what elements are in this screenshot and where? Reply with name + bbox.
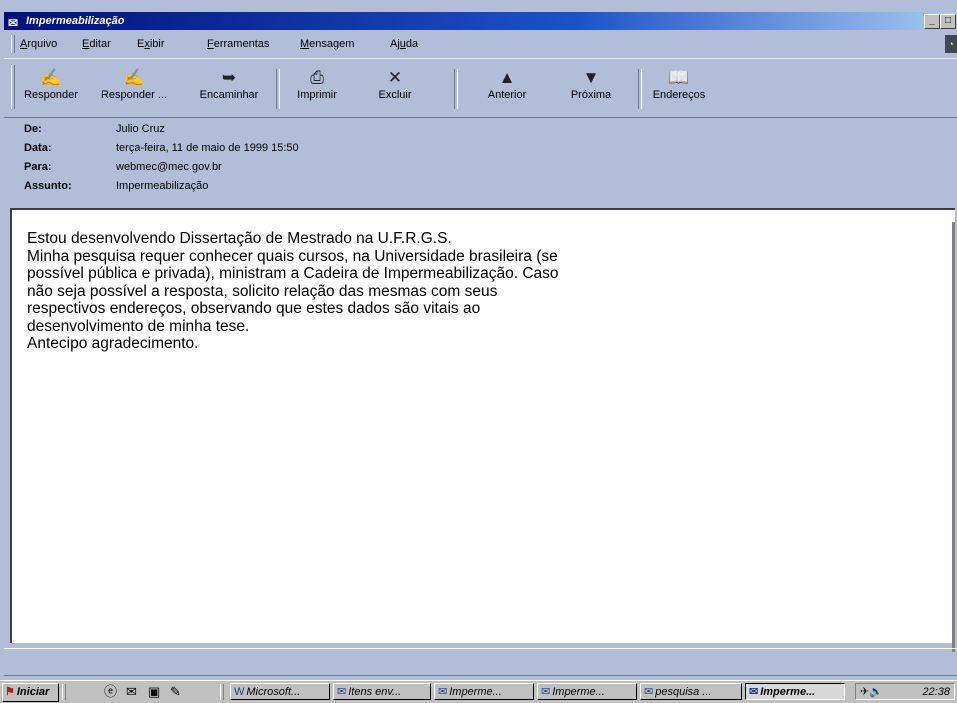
reply-icon: ✍ xyxy=(40,68,62,87)
message-headers: De: Julio Cruz Data: terça-feira, 11 de … xyxy=(24,123,299,192)
toolbar-separator xyxy=(276,69,280,109)
task-itens-enviados[interactable]: ✉ Itens env... xyxy=(333,683,431,700)
menu-mensagem[interactable]: Mensagem xyxy=(300,38,354,50)
status-bar xyxy=(4,648,957,676)
menu-ajuda[interactable]: Ajuda xyxy=(390,38,418,50)
arrow-down-icon: ▼ xyxy=(582,68,600,87)
print-button[interactable]: ⎙ Imprimir xyxy=(282,67,352,111)
menu-bar: Arquivo Editar Exibir Ferramentas Mensag… xyxy=(4,32,957,56)
date-value: terça-feira, 11 de maio de 1999 15:50 xyxy=(116,142,299,154)
folder-icon: ✉ xyxy=(337,686,347,698)
throbber-icon: ◔ xyxy=(945,35,957,53)
mail-window: ✉ Impermeabilização _ □ Arquivo Editar E… xyxy=(0,0,957,680)
word-icon: W xyxy=(234,686,245,698)
arrow-up-icon: ▲ xyxy=(498,68,516,87)
taskbar: ⚑ Iniciar ⓔ ✉ ▣ ✎ W Microsoft... ✉ Itens en… xyxy=(0,680,957,703)
task-imperme-2[interactable]: ✉ Imperme... xyxy=(537,683,637,700)
ie-icon[interactable]: ⓔ xyxy=(104,684,117,700)
channels-icon[interactable]: ✎ xyxy=(170,684,181,700)
menu-editar[interactable]: Editar xyxy=(82,38,111,50)
menu-arquivo[interactable]: Arquivo xyxy=(20,38,57,50)
delete-button[interactable]: ✕ Excluir xyxy=(360,67,430,111)
desktop-icon[interactable]: ▣ xyxy=(148,684,160,700)
task-imperme-1[interactable]: ✉ Imperme... xyxy=(434,683,534,700)
taskbar-grip xyxy=(62,684,66,700)
task-microsoft[interactable]: W Microsoft... xyxy=(230,683,330,700)
windows-flag-icon: ⚑ xyxy=(5,686,15,698)
message-body-pane[interactable]: Estou desenvolvendo Dissertação de Mestr… xyxy=(10,208,955,652)
reply-all-icon: ✍ xyxy=(123,68,145,87)
addresses-button[interactable]: 📖 Endereços xyxy=(644,67,714,111)
task-pesquisa[interactable]: ✉ pesquisa ... xyxy=(640,683,742,700)
address-book-icon: 📖 xyxy=(668,68,690,87)
outlook-icon[interactable]: ✉ xyxy=(126,684,137,700)
toolbar: ✍ Responder ✍ Responder ... ➥ Encaminhar… xyxy=(4,58,957,118)
to-value: webmec@mec.gov.br xyxy=(116,161,222,173)
from-value: Julio Cruz xyxy=(116,123,165,135)
envelope-icon: ✉ xyxy=(438,686,448,698)
envelope-icon: ✉ xyxy=(749,686,759,698)
envelope-icon: ✉ xyxy=(541,686,551,698)
menu-exibir[interactable]: Exibir xyxy=(137,38,165,50)
title-bar[interactable]: ✉ Impermeabilização _ □ xyxy=(4,12,957,30)
start-button[interactable]: ⚑ Iniciar xyxy=(2,683,59,702)
subject-value: Impermeabilização xyxy=(116,180,209,192)
next-button[interactable]: ▼ Próxima xyxy=(556,67,626,111)
envelope-icon: ✉ xyxy=(644,686,654,698)
scrollbar[interactable] xyxy=(952,222,955,652)
minimize-button[interactable]: _ xyxy=(924,14,940,29)
forward-button[interactable]: ➥ Encaminhar xyxy=(194,67,264,111)
previous-button[interactable]: ▲ Anterior xyxy=(472,67,542,111)
message-body-text: Estou desenvolvendo Dissertação de Mestr… xyxy=(27,230,559,352)
reply-button[interactable]: ✍ Responder xyxy=(16,67,86,111)
menu-ferramentas[interactable]: Ferramentas xyxy=(207,38,269,50)
forward-icon: ➥ xyxy=(221,68,237,87)
reply-all-button[interactable]: ✍ Responder ... xyxy=(94,67,174,111)
volume-icon[interactable]: ✈🔈 xyxy=(860,684,883,700)
toolbar-grip[interactable] xyxy=(11,65,15,109)
toolbar-separator xyxy=(638,69,642,109)
delete-x-icon: ✕ xyxy=(387,68,403,87)
task-imperme-active[interactable]: ✉ Imperme... xyxy=(745,683,845,700)
taskbar-grip xyxy=(220,684,224,700)
system-tray: ✈🔈 22:38 xyxy=(855,683,955,700)
menubar-grip[interactable] xyxy=(11,35,15,53)
toolbar-separator xyxy=(454,69,458,109)
clock[interactable]: 22:38 xyxy=(922,684,950,700)
window-title: Impermeabilização xyxy=(26,15,125,27)
envelope-icon: ✉ xyxy=(8,16,19,30)
printer-icon: ⎙ xyxy=(310,68,324,87)
maximize-button[interactable]: □ xyxy=(940,14,956,29)
